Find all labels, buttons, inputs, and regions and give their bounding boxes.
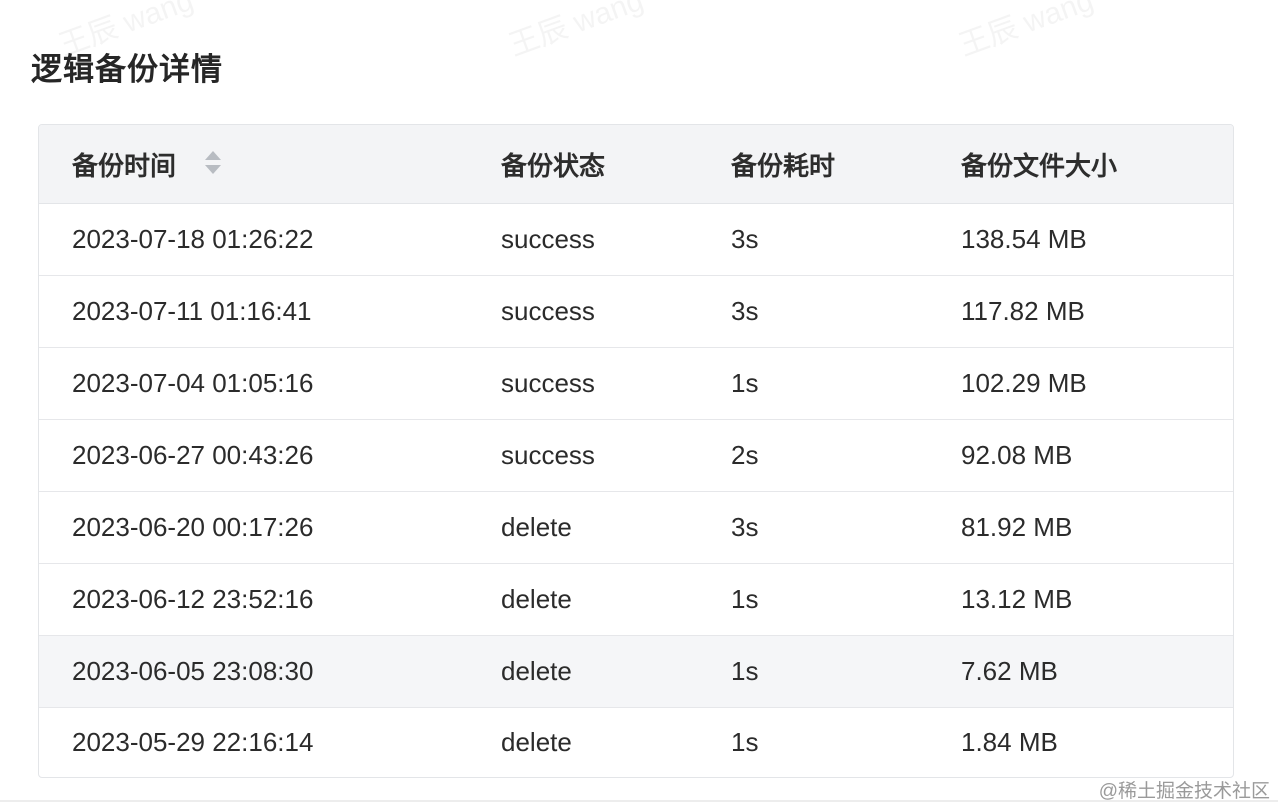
cell-size: 7.62 MB: [961, 656, 1058, 686]
cell-size: 117.82 MB: [961, 296, 1085, 326]
cell-time: 2023-06-05 23:08:30: [72, 656, 314, 686]
sort-icon[interactable]: [205, 151, 221, 177]
site-credit: @稀土掘金技术社区: [1098, 781, 1270, 802]
table-row[interactable]: 2023-06-27 00:43:26 success 2s 92.08 MB: [39, 420, 1233, 492]
backup-detail-page: 王辰 wang 王辰 wang 王辰 wang 王辰 wangchen.fisi…: [0, 0, 1278, 806]
cell-time: 2023-05-29 22:16:14: [72, 727, 314, 757]
sort-ascending-icon[interactable]: [205, 151, 221, 160]
table-row[interactable]: 2023-07-18 01:26:22 success 3s 138.54 MB: [39, 204, 1233, 276]
table-header: 备份时间 备份状态 备份耗时 备份文件大小: [39, 125, 1233, 204]
cell-time: 2023-06-27 00:43:26: [72, 440, 314, 470]
table-row[interactable]: 2023-06-12 23:52:16 delete 1s 13.12 MB: [39, 564, 1233, 636]
sort-descending-icon[interactable]: [205, 165, 221, 174]
cell-duration: 1s: [731, 368, 759, 398]
column-header-time[interactable]: 备份时间: [72, 146, 176, 183]
cell-duration: 3s: [731, 224, 759, 254]
cell-status: delete: [501, 656, 572, 686]
cell-size: 102.29 MB: [961, 368, 1087, 398]
cell-size: 13.12 MB: [961, 584, 1073, 614]
cell-duration: 1s: [731, 656, 759, 686]
backup-table: 备份时间 备份状态 备份耗时 备份文件大小 2023-07-18 01:26:2…: [38, 124, 1234, 778]
cell-status: delete: [501, 512, 572, 542]
column-header-duration: 备份耗时: [731, 150, 836, 181]
cell-status: success: [501, 440, 595, 470]
cell-size: 81.92 MB: [961, 512, 1073, 542]
cell-status: success: [501, 296, 595, 326]
divider: [0, 800, 1278, 802]
cell-duration: 1s: [731, 727, 759, 757]
cell-duration: 3s: [731, 512, 759, 542]
cell-duration: 2s: [731, 440, 759, 470]
cell-status: delete: [501, 727, 572, 757]
cell-status: delete: [501, 584, 572, 614]
cell-size: 138.54 MB: [961, 224, 1087, 254]
table-row[interactable]: 2023-06-20 00:17:26 delete 3s 81.92 MB: [39, 492, 1233, 564]
cell-duration: 3s: [731, 296, 759, 326]
table-row[interactable]: 2023-05-29 22:16:14 delete 1s 1.84 MB: [39, 708, 1233, 777]
cell-duration: 1s: [731, 584, 759, 614]
watermark: 王辰 wang: [502, 0, 649, 65]
column-header-size: 备份文件大小: [961, 150, 1118, 181]
watermark: 王辰 wang: [952, 0, 1099, 65]
column-header-label: 备份时间: [72, 150, 177, 181]
table-row[interactable]: 2023-07-11 01:16:41 success 3s 117.82 MB: [39, 276, 1233, 348]
cell-time: 2023-07-04 01:05:16: [72, 368, 314, 398]
cell-time: 2023-06-12 23:52:16: [72, 584, 314, 614]
page-title: 逻辑备份详情: [31, 52, 223, 87]
cell-time: 2023-07-11 01:16:41: [72, 296, 312, 326]
cell-status: success: [501, 368, 595, 398]
table-row[interactable]: 2023-07-04 01:05:16 success 1s 102.29 MB: [39, 348, 1233, 420]
cell-time: 2023-06-20 00:17:26: [72, 512, 314, 542]
cell-status: success: [501, 224, 595, 254]
table-row[interactable]: 2023-06-05 23:08:30 delete 1s 7.62 MB: [39, 636, 1233, 708]
cell-size: 1.84 MB: [961, 727, 1058, 757]
column-header-status: 备份状态: [501, 150, 606, 181]
cell-time: 2023-07-18 01:26:22: [72, 224, 314, 254]
cell-size: 92.08 MB: [961, 440, 1073, 470]
